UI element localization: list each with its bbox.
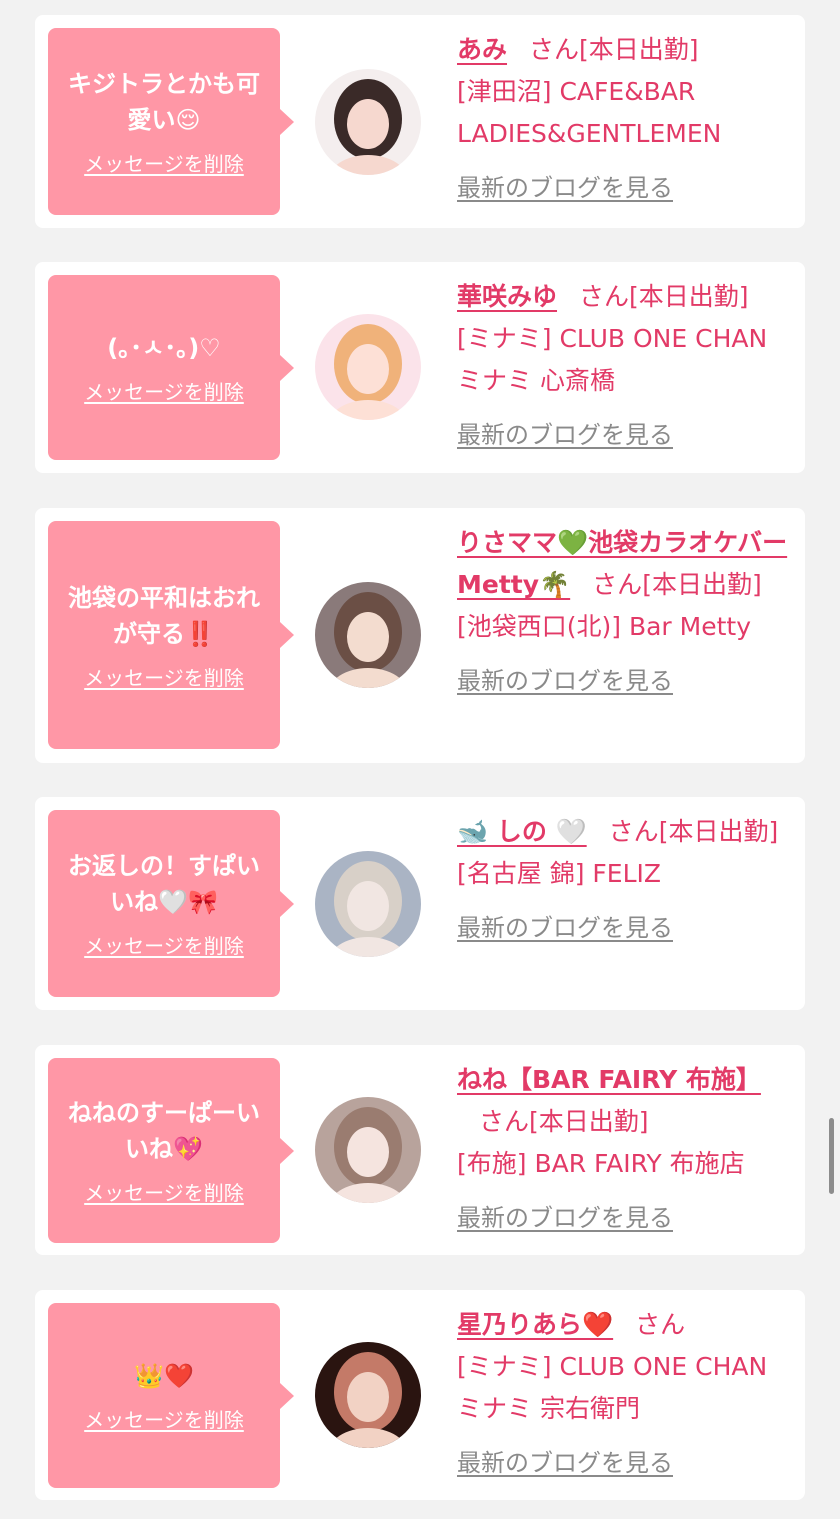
delete-message-link[interactable]: メッセージを削除 [84, 148, 244, 177]
message-bubble: お返しの！すぱいいね🤍🎀 メッセージを削除 [48, 810, 294, 997]
latest-blog-link[interactable]: 最新のブログを見る [457, 1442, 795, 1484]
san-suffix: さん [592, 570, 643, 599]
latest-blog-link[interactable]: 最新のブログを見る [457, 1197, 795, 1239]
cast-name-link[interactable]: ねね【BAR FAIRY 布施】 [457, 1065, 761, 1094]
latest-blog-link[interactable]: 最新のブログを見る [457, 660, 795, 702]
work-status: [本日出勤] [658, 817, 779, 846]
shop-name: [ミナミ] CLUB ONE CHAN ミナミ 宗右衛門 [457, 1352, 768, 1423]
message-bubble: 👑❤️ メッセージを削除 [48, 1303, 294, 1488]
san-suffix: さん [479, 1107, 530, 1136]
message-text: お返しの！すぱいいね🤍🎀 [68, 852, 260, 916]
cast-name-link[interactable]: 華咲みゆ [457, 282, 557, 311]
cast-name-link[interactable]: 星乃りあら❤️ [457, 1310, 613, 1339]
latest-blog-link[interactable]: 最新のブログを見る [457, 414, 795, 456]
cast-info: 星乃りあら❤️ さん [ミナミ] CLUB ONE CHAN ミナミ 宗右衛門 最… [457, 1304, 795, 1484]
san-suffix: さん [608, 817, 659, 846]
cast-info: りさママ💚池袋カラオケバーMetty🌴 さん[本日出勤] [池袋西口(北)] Ba… [457, 522, 795, 702]
avatar[interactable] [315, 314, 421, 420]
message-card: 👑❤️ メッセージを削除 星乃りあら❤️ さん [ミナミ] CLUB ONE CH… [35, 1290, 805, 1500]
cast-name-link[interactable]: あみ [457, 35, 507, 64]
shop-name: [布施] BAR FAIRY 布施店 [457, 1149, 745, 1178]
message-card: 池袋の平和はおれが守る‼️ メッセージを削除 りさママ💚池袋カラオケバーMett… [35, 508, 805, 763]
message-bubble: 池袋の平和はおれが守る‼️ メッセージを削除 [48, 521, 294, 749]
cast-info: 華咲みゆ さん[本日出勤] [ミナミ] CLUB ONE CHAN ミナミ 心斎橋… [457, 276, 795, 456]
san-suffix: さん [529, 35, 580, 64]
message-card: (｡･ㅅ･｡)♡ メッセージを削除 華咲みゆ さん[本日出勤] [ミナミ] CLU… [35, 262, 805, 473]
avatar[interactable] [315, 851, 421, 957]
message-card: ねねのすーぱーいいね💖 メッセージを削除 ねね【BAR FAIRY 布施】さん[… [35, 1045, 805, 1255]
message-card: キジトラとかも可愛い😌 メッセージを削除 あみ さん[本日出勤] [津田沼] CA… [35, 15, 805, 228]
scrollbar-thumb[interactable] [829, 1118, 834, 1194]
message-text: (｡･ㅅ･｡)♡ [107, 334, 221, 362]
work-status: [本日出勤] [529, 1107, 649, 1136]
latest-blog-link[interactable]: 最新のブログを見る [457, 167, 795, 209]
message-text: 池袋の平和はおれが守る‼️ [68, 583, 260, 648]
shop-name: [池袋西口(北)] Bar Metty [457, 612, 752, 641]
delete-message-link[interactable]: メッセージを削除 [84, 1404, 244, 1433]
avatar[interactable] [315, 1097, 421, 1203]
delete-message-link[interactable]: メッセージを削除 [84, 1177, 244, 1206]
message-bubble: (｡･ㅅ･｡)♡ メッセージを削除 [48, 275, 294, 460]
latest-blog-link[interactable]: 最新のブログを見る [457, 907, 795, 949]
cast-info: ねね【BAR FAIRY 布施】さん[本日出勤] [布施] BAR FAIRY … [457, 1059, 795, 1239]
message-text: 👑❤️ [134, 1362, 194, 1390]
message-card: お返しの！すぱいいね🤍🎀 メッセージを削除 🐋 しの 🤍 さん[本日出勤] [名古… [35, 797, 805, 1010]
cast-info: 🐋 しの 🤍 さん[本日出勤] [名古屋 錦] FELIZ 最新のブログを見る [457, 811, 795, 949]
favorites-feed: キジトラとかも可愛い😌 メッセージを削除 あみ さん[本日出勤] [津田沼] CA… [0, 0, 840, 1519]
avatar[interactable] [315, 69, 421, 175]
shop-name: [名古屋 錦] FELIZ [457, 859, 662, 888]
work-status: [本日出勤] [642, 570, 762, 599]
cast-name-link[interactable]: 🐋 しの 🤍 [457, 817, 587, 846]
delete-message-link[interactable]: メッセージを削除 [84, 376, 244, 405]
work-status: [本日出勤] [579, 35, 699, 64]
san-suffix: さん [635, 1310, 686, 1339]
avatar[interactable] [315, 582, 421, 688]
message-bubble: キジトラとかも可愛い😌 メッセージを削除 [48, 28, 294, 215]
message-text: ねねのすーぱーいいね💖 [68, 1099, 260, 1163]
avatar[interactable] [315, 1342, 421, 1448]
message-bubble: ねねのすーぱーいいね💖 メッセージを削除 [48, 1058, 294, 1243]
san-suffix: さん [579, 282, 630, 311]
work-status: [本日出勤] [629, 282, 749, 311]
shop-name: [ミナミ] CLUB ONE CHAN ミナミ 心斎橋 [457, 324, 768, 395]
message-text: キジトラとかも可愛い😌 [68, 70, 260, 134]
delete-message-link[interactable]: メッセージを削除 [84, 662, 244, 691]
cast-info: あみ さん[本日出勤] [津田沼] CAFE&BAR LADIES&GENTLEM… [457, 29, 795, 209]
delete-message-link[interactable]: メッセージを削除 [84, 930, 244, 959]
shop-name: [津田沼] CAFE&BAR LADIES&GENTLEMEN [457, 77, 722, 148]
